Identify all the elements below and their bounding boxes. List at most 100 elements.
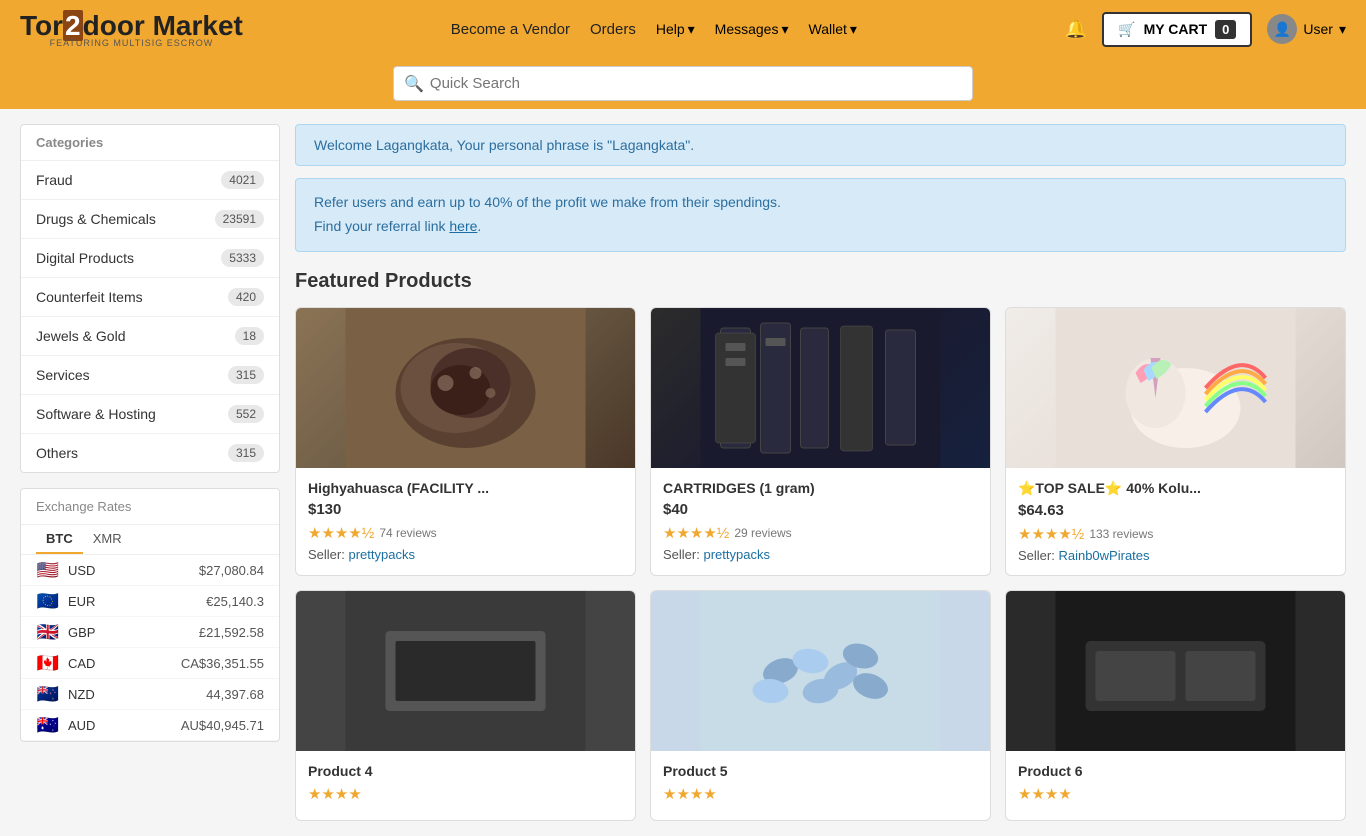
stars-6: ★★★★ <box>1018 785 1072 803</box>
seller-link-1[interactable]: prettypacks <box>348 547 414 562</box>
referral-line1: Refer users and earn up to 40% of the pr… <box>314 191 1327 215</box>
chevron-down-icon: ▾ <box>688 21 695 38</box>
category-jewels-gold[interactable]: Jewels & Gold 18 <box>21 317 279 356</box>
reviews-1: 74 reviews <box>379 526 436 540</box>
main-layout: Categories Fraud 4021 Drugs & Chemicals … <box>0 109 1366 836</box>
search-icon[interactable]: 🔍 <box>404 74 424 94</box>
product-title-3: ⭐TOP SALE⭐ 40% Kolu... <box>1018 480 1333 497</box>
reviews-3: 133 reviews <box>1089 527 1153 541</box>
flag-nzd: 🇳🇿 <box>36 686 60 702</box>
product-price-1: $130 <box>308 501 623 518</box>
product-card-4[interactable]: Product 4 ★★★★ <box>295 590 636 821</box>
logo-area[interactable]: Tor2door Market FEATURING MULTISIG ESCRO… <box>20 10 243 48</box>
product-title-5: Product 5 <box>663 763 978 779</box>
logo-subtitle: FEATURING MULTISIG ESCROW <box>20 38 243 48</box>
currency-nzd: NZD <box>68 687 103 702</box>
user-menu[interactable]: 👤 User ▾ <box>1267 14 1346 44</box>
chevron-down-icon: ▾ <box>781 21 788 38</box>
currency-cad: CAD <box>68 656 103 671</box>
nav-help[interactable]: Help ▾ <box>656 21 695 38</box>
category-software-hosting[interactable]: Software & Hosting 552 <box>21 395 279 434</box>
product-image-2 <box>651 308 990 468</box>
product-card-3[interactable]: ⭐TOP SALE⭐ 40% Kolu... $64.63 ★★★★½ 133 … <box>1005 307 1346 576</box>
product-info-2: CARTRIDGES (1 gram) $40 ★★★★½ 29 reviews… <box>651 468 990 574</box>
category-digital-products[interactable]: Digital Products 5333 <box>21 239 279 278</box>
main-content: Welcome Lagangkata, Your personal phrase… <box>295 124 1346 821</box>
rate-aud: 🇦🇺 AUD AU$40,945.71 <box>21 710 279 741</box>
cart-icon: 🛒 <box>1118 21 1135 38</box>
referral-line2: Find your referral link here. <box>314 215 1327 239</box>
product-title-2: CARTRIDGES (1 gram) <box>663 480 978 496</box>
welcome-banner: Welcome Lagangkata, Your personal phrase… <box>295 124 1346 166</box>
nav-wallet[interactable]: Wallet ▾ <box>809 21 857 38</box>
stars-3: ★★★★½ <box>1018 525 1084 543</box>
product-image-5 <box>651 591 990 751</box>
search-input[interactable] <box>424 67 962 100</box>
products-grid: Highyahuasca (FACILITY ... $130 ★★★★½ 74… <box>295 307 1346 821</box>
flag-usd: 🇺🇸 <box>36 562 60 578</box>
cart-button[interactable]: 🛒 MY CART 0 <box>1102 12 1252 47</box>
search-container: 🔍 <box>393 66 973 101</box>
flag-gbp: 🇬🇧 <box>36 624 60 640</box>
product-title-1: Highyahuasca (FACILITY ... <box>308 480 623 496</box>
product-image-3 <box>1006 308 1345 468</box>
seller-link-3[interactable]: Rainb0wPirates <box>1058 548 1149 563</box>
exchange-rates-header: Exchange Rates <box>21 489 279 525</box>
product-card-1[interactable]: Highyahuasca (FACILITY ... $130 ★★★★½ 74… <box>295 307 636 576</box>
nav-become-vendor[interactable]: Become a Vendor <box>451 21 570 38</box>
value-usd: $27,080.84 <box>199 563 264 578</box>
header-nav: Become a Vendor Orders Help ▾ Messages ▾… <box>451 21 857 38</box>
product-card-6[interactable]: Product 6 ★★★★ <box>1005 590 1346 821</box>
product-image-4 <box>296 591 635 751</box>
product-title-4: Product 4 <box>308 763 623 779</box>
rate-nzd: 🇳🇿 NZD 44,397.68 <box>21 679 279 710</box>
cart-count: 0 <box>1215 20 1236 39</box>
category-fraud[interactable]: Fraud 4021 <box>21 161 279 200</box>
referral-link[interactable]: here <box>449 218 477 234</box>
rate-cad: 🇨🇦 CAD CA$36,351.55 <box>21 648 279 679</box>
seller-link-2[interactable]: prettypacks <box>703 547 769 562</box>
product-info-1: Highyahuasca (FACILITY ... $130 ★★★★½ 74… <box>296 468 635 574</box>
product-title-6: Product 6 <box>1018 763 1333 779</box>
product-info-5: Product 5 ★★★★ <box>651 751 990 820</box>
product-price-3: $64.63 <box>1018 502 1333 519</box>
currency-usd: USD <box>68 563 103 578</box>
product-price-2: $40 <box>663 501 978 518</box>
nav-messages[interactable]: Messages ▾ <box>715 21 789 38</box>
value-cad: CA$36,351.55 <box>181 656 264 671</box>
header: Tor2door Market FEATURING MULTISIG ESCRO… <box>0 0 1366 58</box>
rate-eur: 🇪🇺 EUR €25,140.3 <box>21 586 279 617</box>
product-info-4: Product 4 ★★★★ <box>296 751 635 820</box>
rate-usd: 🇺🇸 USD $27,080.84 <box>21 555 279 586</box>
avatar: 👤 <box>1267 14 1297 44</box>
product-info-6: Product 6 ★★★★ <box>1006 751 1345 820</box>
username-label: User <box>1303 21 1333 37</box>
stars-1: ★★★★½ <box>308 524 374 542</box>
product-rating-1: ★★★★½ 74 reviews <box>308 524 623 542</box>
category-counterfeit-items[interactable]: Counterfeit Items 420 <box>21 278 279 317</box>
product-rating-3: ★★★★½ 133 reviews <box>1018 525 1333 543</box>
rate-gbp: 🇬🇧 GBP £21,592.58 <box>21 617 279 648</box>
value-nzd: 44,397.68 <box>206 687 264 702</box>
product-seller-3: Seller: Rainb0wPirates <box>1018 548 1333 563</box>
reviews-2: 29 reviews <box>734 526 791 540</box>
category-drugs-chemicals[interactable]: Drugs & Chemicals 23591 <box>21 200 279 239</box>
product-rating-4: ★★★★ <box>308 785 623 803</box>
cart-label: MY CART <box>1144 21 1208 37</box>
referral-banner: Refer users and earn up to 40% of the pr… <box>295 178 1346 252</box>
exchange-rates: Exchange Rates BTC XMR 🇺🇸 USD $27,080.84… <box>20 488 280 742</box>
product-seller-2: Seller: prettypacks <box>663 547 978 562</box>
tab-xmr[interactable]: XMR <box>83 525 132 554</box>
featured-title: Featured Products <box>295 270 1346 293</box>
product-info-3: ⭐TOP SALE⭐ 40% Kolu... $64.63 ★★★★½ 133 … <box>1006 468 1345 575</box>
product-card-2[interactable]: CARTRIDGES (1 gram) $40 ★★★★½ 29 reviews… <box>650 307 991 576</box>
exchange-tabs: BTC XMR <box>21 525 279 555</box>
currency-gbp: GBP <box>68 625 103 640</box>
product-seller-1: Seller: prettypacks <box>308 547 623 562</box>
notifications-icon[interactable]: 🔔 <box>1065 19 1087 40</box>
category-others[interactable]: Others 315 <box>21 434 279 472</box>
nav-orders[interactable]: Orders <box>590 21 636 38</box>
category-services[interactable]: Services 315 <box>21 356 279 395</box>
product-card-5[interactable]: Product 5 ★★★★ <box>650 590 991 821</box>
tab-btc[interactable]: BTC <box>36 525 83 554</box>
